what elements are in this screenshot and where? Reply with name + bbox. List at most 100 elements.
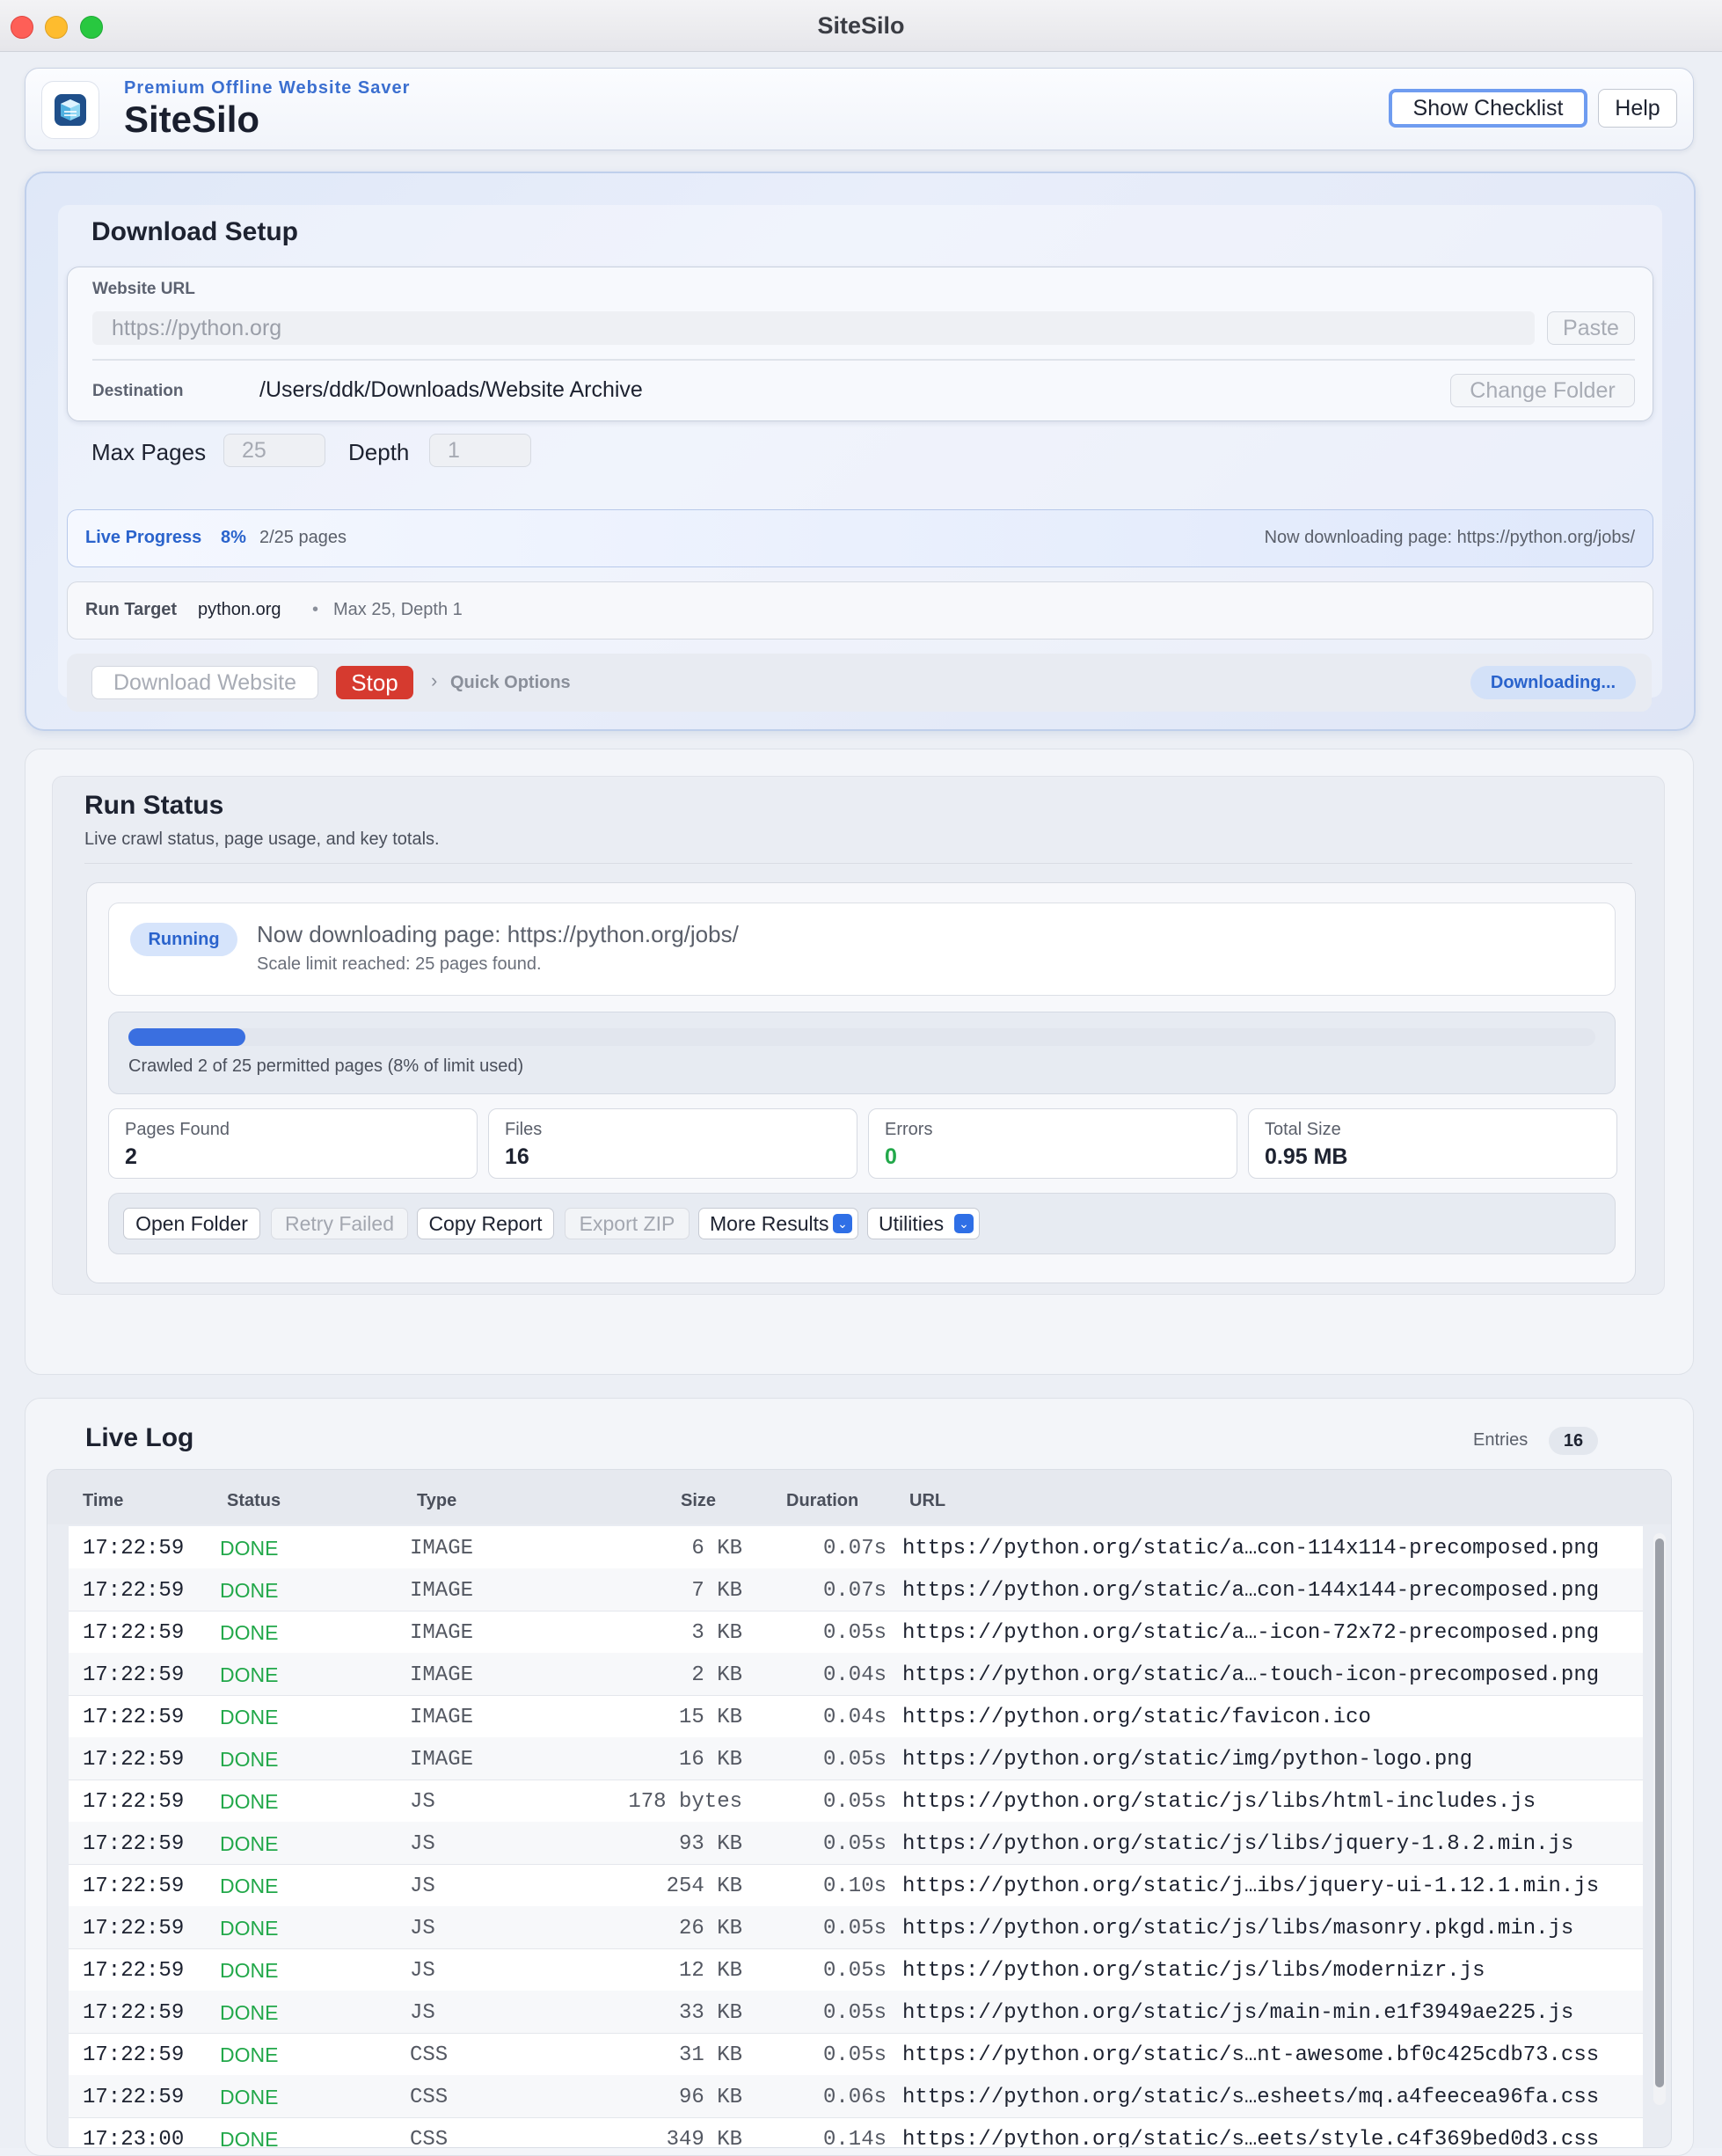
log-type: IMAGE [410,1663,474,1687]
depth-label: Depth [348,439,410,465]
log-status: DONE [220,1621,279,1644]
column-header-status[interactable]: Status [227,1491,281,1511]
log-type: CSS [410,2128,449,2147]
log-scrollbar[interactable] [1653,1533,1666,2105]
log-row[interactable]: 17:22:59 DONE IMAGE 7 KB 0.07s https://python… [69,1568,1643,1612]
log-row[interactable]: 17:22:59 DONE IMAGE 3 KB 0.05s https://python… [69,1611,1643,1654]
window-title: SiteSilo [817,12,905,39]
copy-report-button[interactable]: Copy Report [417,1208,554,1239]
log-url: https://python.org/static/js/libs/masonr… [902,1917,1574,1940]
run-target-separator: • [312,600,319,619]
depth-input[interactable]: 1 [429,434,531,467]
column-header-size[interactable]: Size [681,1491,716,1511]
log-type: CSS [410,2086,449,2109]
log-duration: 0.04s [822,1706,887,1729]
utilities-dropdown[interactable]: Utilities ⌄ [867,1208,980,1239]
log-duration: 0.05s [822,1748,887,1772]
log-type: CSS [410,2043,449,2067]
log-type: JS [410,1917,435,1940]
download-website-button[interactable]: Download Website [91,666,318,699]
log-time: 17:22:59 [83,2086,185,2109]
log-status: DONE [220,1537,279,1560]
log-status: DONE [220,1790,279,1813]
log-row[interactable]: 17:22:59 DONE CSS 31 KB 0.05s https://python.… [69,2033,1643,2076]
log-row[interactable]: 17:22:59 DONE JS 33 KB 0.05s https://python.o… [69,1991,1643,2034]
more-results-label: More Results [710,1212,829,1235]
log-row[interactable]: 17:22:59 DONE IMAGE 6 KB 0.07s https://python… [69,1526,1643,1569]
help-button[interactable]: Help [1598,89,1677,128]
log-row[interactable]: 17:22:59 DONE JS 178 bytes 0.05s https://pyth… [69,1780,1643,1823]
export-zip-button[interactable]: Export ZIP [565,1208,690,1239]
log-url: https://python.org/static/j…ibs/jquery-u… [902,1875,1600,1898]
log-duration: 0.05s [822,1917,887,1940]
stat-label: Pages Found [125,1120,230,1139]
log-row[interactable]: 17:22:59 DONE JS 93 KB 0.05s https://python.o… [69,1822,1643,1865]
log-table-header: Time Status Type Size Duration URL [47,1470,1671,1524]
log-size: 2 KB [691,1663,742,1687]
log-table-body[interactable]: 17:22:59 DONE IMAGE 6 KB 0.07s https://python… [69,1526,1643,2147]
crawl-progress-text: Crawled 2 of 25 permitted pages (8% of l… [128,1056,524,1076]
log-type: IMAGE [410,1621,474,1645]
log-type: IMAGE [410,1748,474,1772]
log-status: DONE [220,1917,279,1940]
more-results-dropdown[interactable]: More Results ⌄ [698,1208,858,1239]
run-status-body: Running Now downloading page: https://py… [86,882,1636,1283]
log-row[interactable]: 17:22:59 DONE JS 12 KB 0.05s https://python.o… [69,1948,1643,1992]
log-url: https://python.org/static/s…nt-awesome.b… [902,2043,1600,2067]
log-type: JS [410,1959,435,1983]
stat-total-size: Total Size 0.95 MB [1248,1108,1617,1179]
crawl-progress-fill [128,1028,246,1046]
log-duration: 0.05s [822,1832,887,1856]
log-url: https://python.org/static/a…-icon-72x72-… [902,1621,1600,1645]
stat-value: 2 [125,1144,137,1169]
results-toolbar: Open Folder Retry Failed Copy Report Exp… [108,1193,1616,1254]
log-duration: 0.05s [822,2043,887,2067]
live-progress-label: Live Progress [85,528,202,547]
show-checklist-button[interactable]: Show Checklist [1389,89,1587,128]
column-header-time[interactable]: Time [83,1491,123,1511]
stat-errors: Errors 0 [868,1108,1237,1179]
stat-value: 16 [505,1144,529,1169]
log-type: JS [410,1790,435,1814]
website-url-input[interactable]: https://python.org [92,311,1535,345]
chevron-right-icon[interactable]: › [431,669,437,692]
log-row[interactable]: 17:23:00 DONE CSS 349 KB 0.14s https://python… [69,2117,1643,2147]
live-progress-percent: 8% [221,528,246,547]
log-row[interactable]: 17:22:59 DONE JS 26 KB 0.05s https://python.o… [69,1906,1643,1949]
log-row[interactable]: 17:22:59 DONE CSS 96 KB 0.06s https://python.… [69,2075,1643,2118]
stop-button[interactable]: Stop [336,666,413,699]
log-size: 93 KB [678,1832,742,1856]
log-duration: 0.05s [822,1790,887,1814]
log-time: 17:22:59 [83,1579,185,1603]
log-url: https://python.org/static/js/libs/modern… [902,1959,1485,1983]
log-url: https://python.org/static/js/libs/jquery… [902,1832,1574,1856]
max-pages-input[interactable]: 25 [223,434,325,467]
max-pages-label: Max Pages [91,439,207,465]
log-time: 17:22:59 [83,1917,185,1940]
log-row[interactable]: 17:22:59 DONE JS 254 KB 0.10s https://python.… [69,1864,1643,1907]
download-setup-panel: Download Setup Website URL https://pytho… [58,205,1662,712]
log-size: 31 KB [678,2043,742,2067]
column-header-url[interactable]: URL [909,1491,945,1511]
column-header-duration[interactable]: Duration [786,1491,858,1511]
retry-failed-button[interactable]: Retry Failed [271,1208,408,1239]
entries-count-badge: 16 [1549,1427,1598,1455]
stat-value: 0.95 MB [1265,1144,1348,1169]
run-status-panel: Run Status Live crawl status, page usage… [52,776,1665,1295]
change-folder-button[interactable]: Change Folder [1450,374,1635,407]
open-folder-button[interactable]: Open Folder [123,1208,260,1239]
log-row[interactable]: 17:22:59 DONE IMAGE 15 KB 0.04s https://pytho… [69,1695,1643,1738]
paste-button[interactable]: Paste [1547,311,1635,345]
download-setup-card: Download Setup Website URL https://pytho… [25,172,1696,731]
log-scrollbar-thumb[interactable] [1655,1538,1664,2087]
log-url: https://python.org/static/a…-touch-icon-… [902,1663,1600,1687]
log-row[interactable]: 17:22:59 DONE IMAGE 16 KB 0.05s https://pytho… [69,1737,1643,1780]
run-target-label: Run Target [85,600,178,619]
column-header-type[interactable]: Type [417,1491,456,1511]
log-size: 96 KB [678,2086,742,2109]
quick-options-toggle[interactable]: Quick Options [450,673,571,693]
log-row[interactable]: 17:22:59 DONE IMAGE 2 KB 0.04s https://python… [69,1653,1643,1696]
window-titlebar: SiteSilo [0,0,1722,52]
log-status: DONE [220,1832,279,1855]
log-size: 33 KB [678,2001,742,2025]
